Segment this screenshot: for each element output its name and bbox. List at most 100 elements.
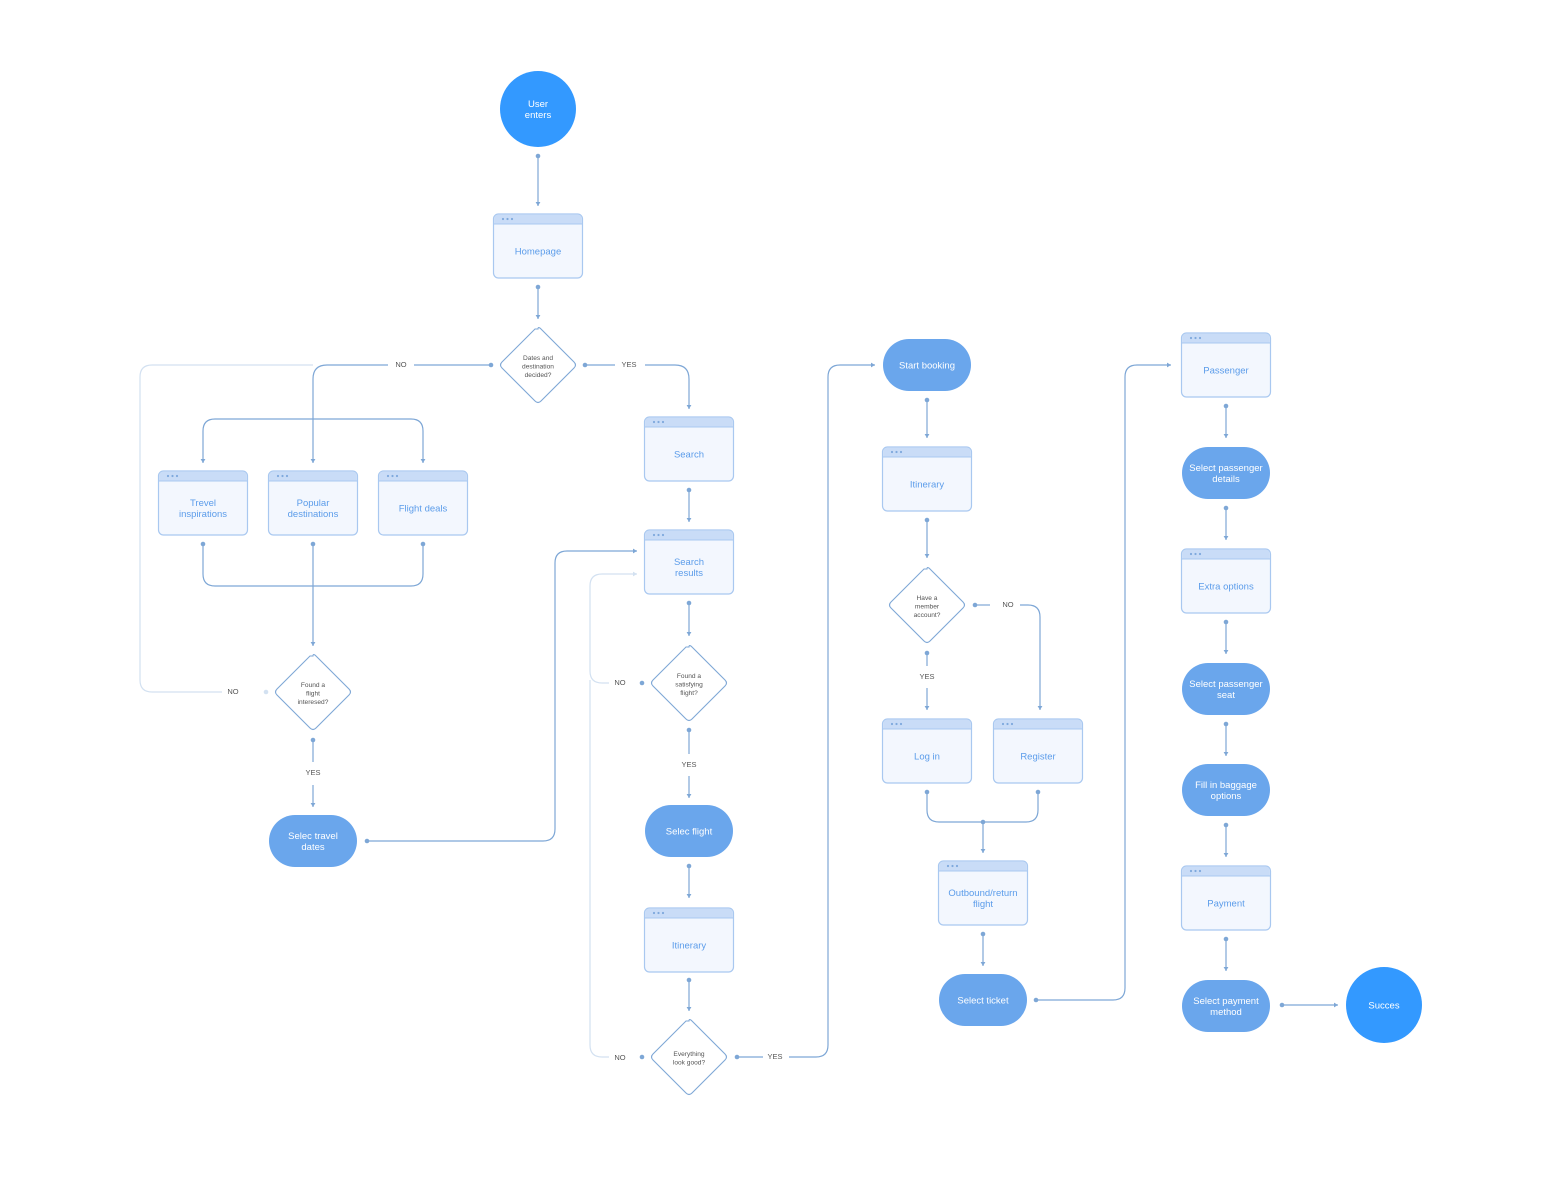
node-label: User <box>528 99 548 110</box>
node-select-flight[interactable]: Selec flight <box>645 805 733 857</box>
window-dot-icon <box>1198 552 1202 556</box>
node-label: flight? <box>680 690 698 697</box>
arrowhead-icon <box>871 362 875 368</box>
arrowhead-icon <box>535 202 541 206</box>
node-label: look good? <box>673 1060 706 1067</box>
arrowhead-icon <box>1223 967 1229 971</box>
connector <box>926 792 1039 823</box>
connector-dot <box>686 977 692 983</box>
node-popular-destinations[interactable]: Populardestinations <box>267 470 359 536</box>
edge-label-satisfying-no: NO <box>614 678 625 687</box>
window-dot-icon <box>899 450 903 454</box>
node-everything-good[interactable]: Everything look good? <box>650 1018 728 1096</box>
node-passenger[interactable]: Passenger <box>1180 332 1272 398</box>
node-baggage-options[interactable]: Fill in baggageoptions <box>1182 764 1270 816</box>
node-log-in[interactable]: Log in <box>881 718 973 784</box>
arrowhead-icon <box>686 405 692 409</box>
connector-dot <box>980 931 986 937</box>
window-dot-icon <box>1010 722 1014 726</box>
node-flight-deals[interactable]: Flight deals <box>377 470 469 536</box>
loop-connector <box>589 680 609 1058</box>
arrowhead-icon <box>980 962 986 966</box>
window-dot-icon <box>895 722 898 726</box>
node-start-booking[interactable]: Start booking <box>883 339 971 391</box>
node-register[interactable]: Register <box>992 718 1084 784</box>
node-travel-inspirations[interactable]: Trevelinspirations <box>157 470 249 536</box>
arrowhead-icon <box>200 459 206 463</box>
node-extra-options[interactable]: Extra options <box>1180 548 1272 614</box>
connector-dot <box>1033 997 1039 1003</box>
edge-label-interested-no: NO <box>227 687 238 696</box>
window-dot-icon <box>391 474 394 478</box>
connector-dot <box>686 487 692 493</box>
node-label: Popular <box>297 498 330 509</box>
connector-dot <box>1223 936 1229 942</box>
node-search-results[interactable]: Searchresults <box>643 529 735 595</box>
node-label: method <box>1210 1007 1242 1018</box>
connector-dot <box>310 541 316 547</box>
node-label: Payment <box>1207 898 1245 909</box>
node-label: Homepage <box>515 246 561 257</box>
arrowhead-icon <box>1223 752 1229 756</box>
arrowhead-icon <box>686 794 692 798</box>
window-dot-icon <box>890 450 894 454</box>
arrowhead-icon <box>980 849 986 853</box>
window-dot-icon <box>1001 722 1005 726</box>
connector-dot <box>488 362 494 368</box>
node-label: Flight deals <box>399 503 448 514</box>
node-dates-decided[interactable]: Dates anddestination decided? <box>499 326 577 404</box>
window-dot-icon <box>657 911 660 915</box>
connector-dot <box>639 680 645 686</box>
node-label: member <box>915 603 940 610</box>
connector-dot <box>972 602 978 608</box>
node-label: Selec travel <box>288 831 338 842</box>
node-payment[interactable]: Payment <box>1180 865 1272 931</box>
node-label: Succes <box>1368 1000 1399 1011</box>
node-user-enters[interactable]: Userenters <box>500 71 576 147</box>
node-passenger-details[interactable]: Select passengerdetails <box>1182 447 1270 499</box>
window-dot-icon <box>1006 722 1009 726</box>
node-success[interactable]: Succes <box>1346 967 1422 1043</box>
arrowhead-icon <box>1223 434 1229 438</box>
node-itinerary-2[interactable]: Itinerary <box>881 446 973 512</box>
node-passenger-seat[interactable]: Select passengerseat <box>1182 663 1270 715</box>
connector-dot <box>1223 619 1229 625</box>
node-label: dates <box>301 842 324 853</box>
node-member-account[interactable]: Have amember account? <box>888 566 966 644</box>
window-dot-icon <box>657 420 660 424</box>
arrowhead-icon <box>535 315 541 319</box>
window-dot-icon <box>951 864 954 868</box>
node-itinerary-1[interactable]: Itinerary <box>643 907 735 973</box>
arrowhead-icon <box>686 1007 692 1011</box>
node-label: destination <box>522 363 554 370</box>
node-outbound-return[interactable]: Outbound/returnflight <box>937 860 1029 926</box>
connector-dot <box>686 600 692 606</box>
edge-label-good-no: NO <box>614 1053 625 1062</box>
arrowhead-icon <box>924 434 930 438</box>
arrowhead-icon <box>633 548 637 554</box>
window-dot-icon <box>1198 336 1202 340</box>
edge-label-member-no: NO <box>1002 600 1013 609</box>
node-payment-method[interactable]: Select paymentmethod <box>1182 980 1270 1032</box>
node-label: Have a <box>917 595 938 602</box>
node-search[interactable]: Search <box>643 416 735 482</box>
window-dot-icon <box>1189 336 1193 340</box>
arrowhead-icon <box>310 642 316 646</box>
node-select-travel-dates[interactable]: Selec traveldates <box>269 815 357 867</box>
node-label: flight <box>973 899 993 910</box>
window-dot-icon <box>652 533 656 537</box>
node-label: results <box>675 568 703 579</box>
node-label: satisfying <box>675 681 703 688</box>
connector-dot <box>263 689 269 695</box>
connector-dot <box>1223 721 1229 727</box>
node-label: Fill in baggage <box>1195 780 1257 791</box>
node-label: Dates and <box>523 355 553 362</box>
loop-connector <box>589 573 637 684</box>
node-found-flight-interested[interactable]: Found aflight interesed? <box>274 653 352 731</box>
node-select-ticket[interactable]: Select ticket <box>939 974 1027 1026</box>
node-homepage[interactable]: Homepage <box>492 213 584 279</box>
node-found-satisfying[interactable]: Found asatisfying flight? <box>650 644 728 722</box>
arrowhead-icon <box>1223 853 1229 857</box>
node-label: details <box>1212 474 1240 485</box>
window-dot-icon <box>899 722 903 726</box>
